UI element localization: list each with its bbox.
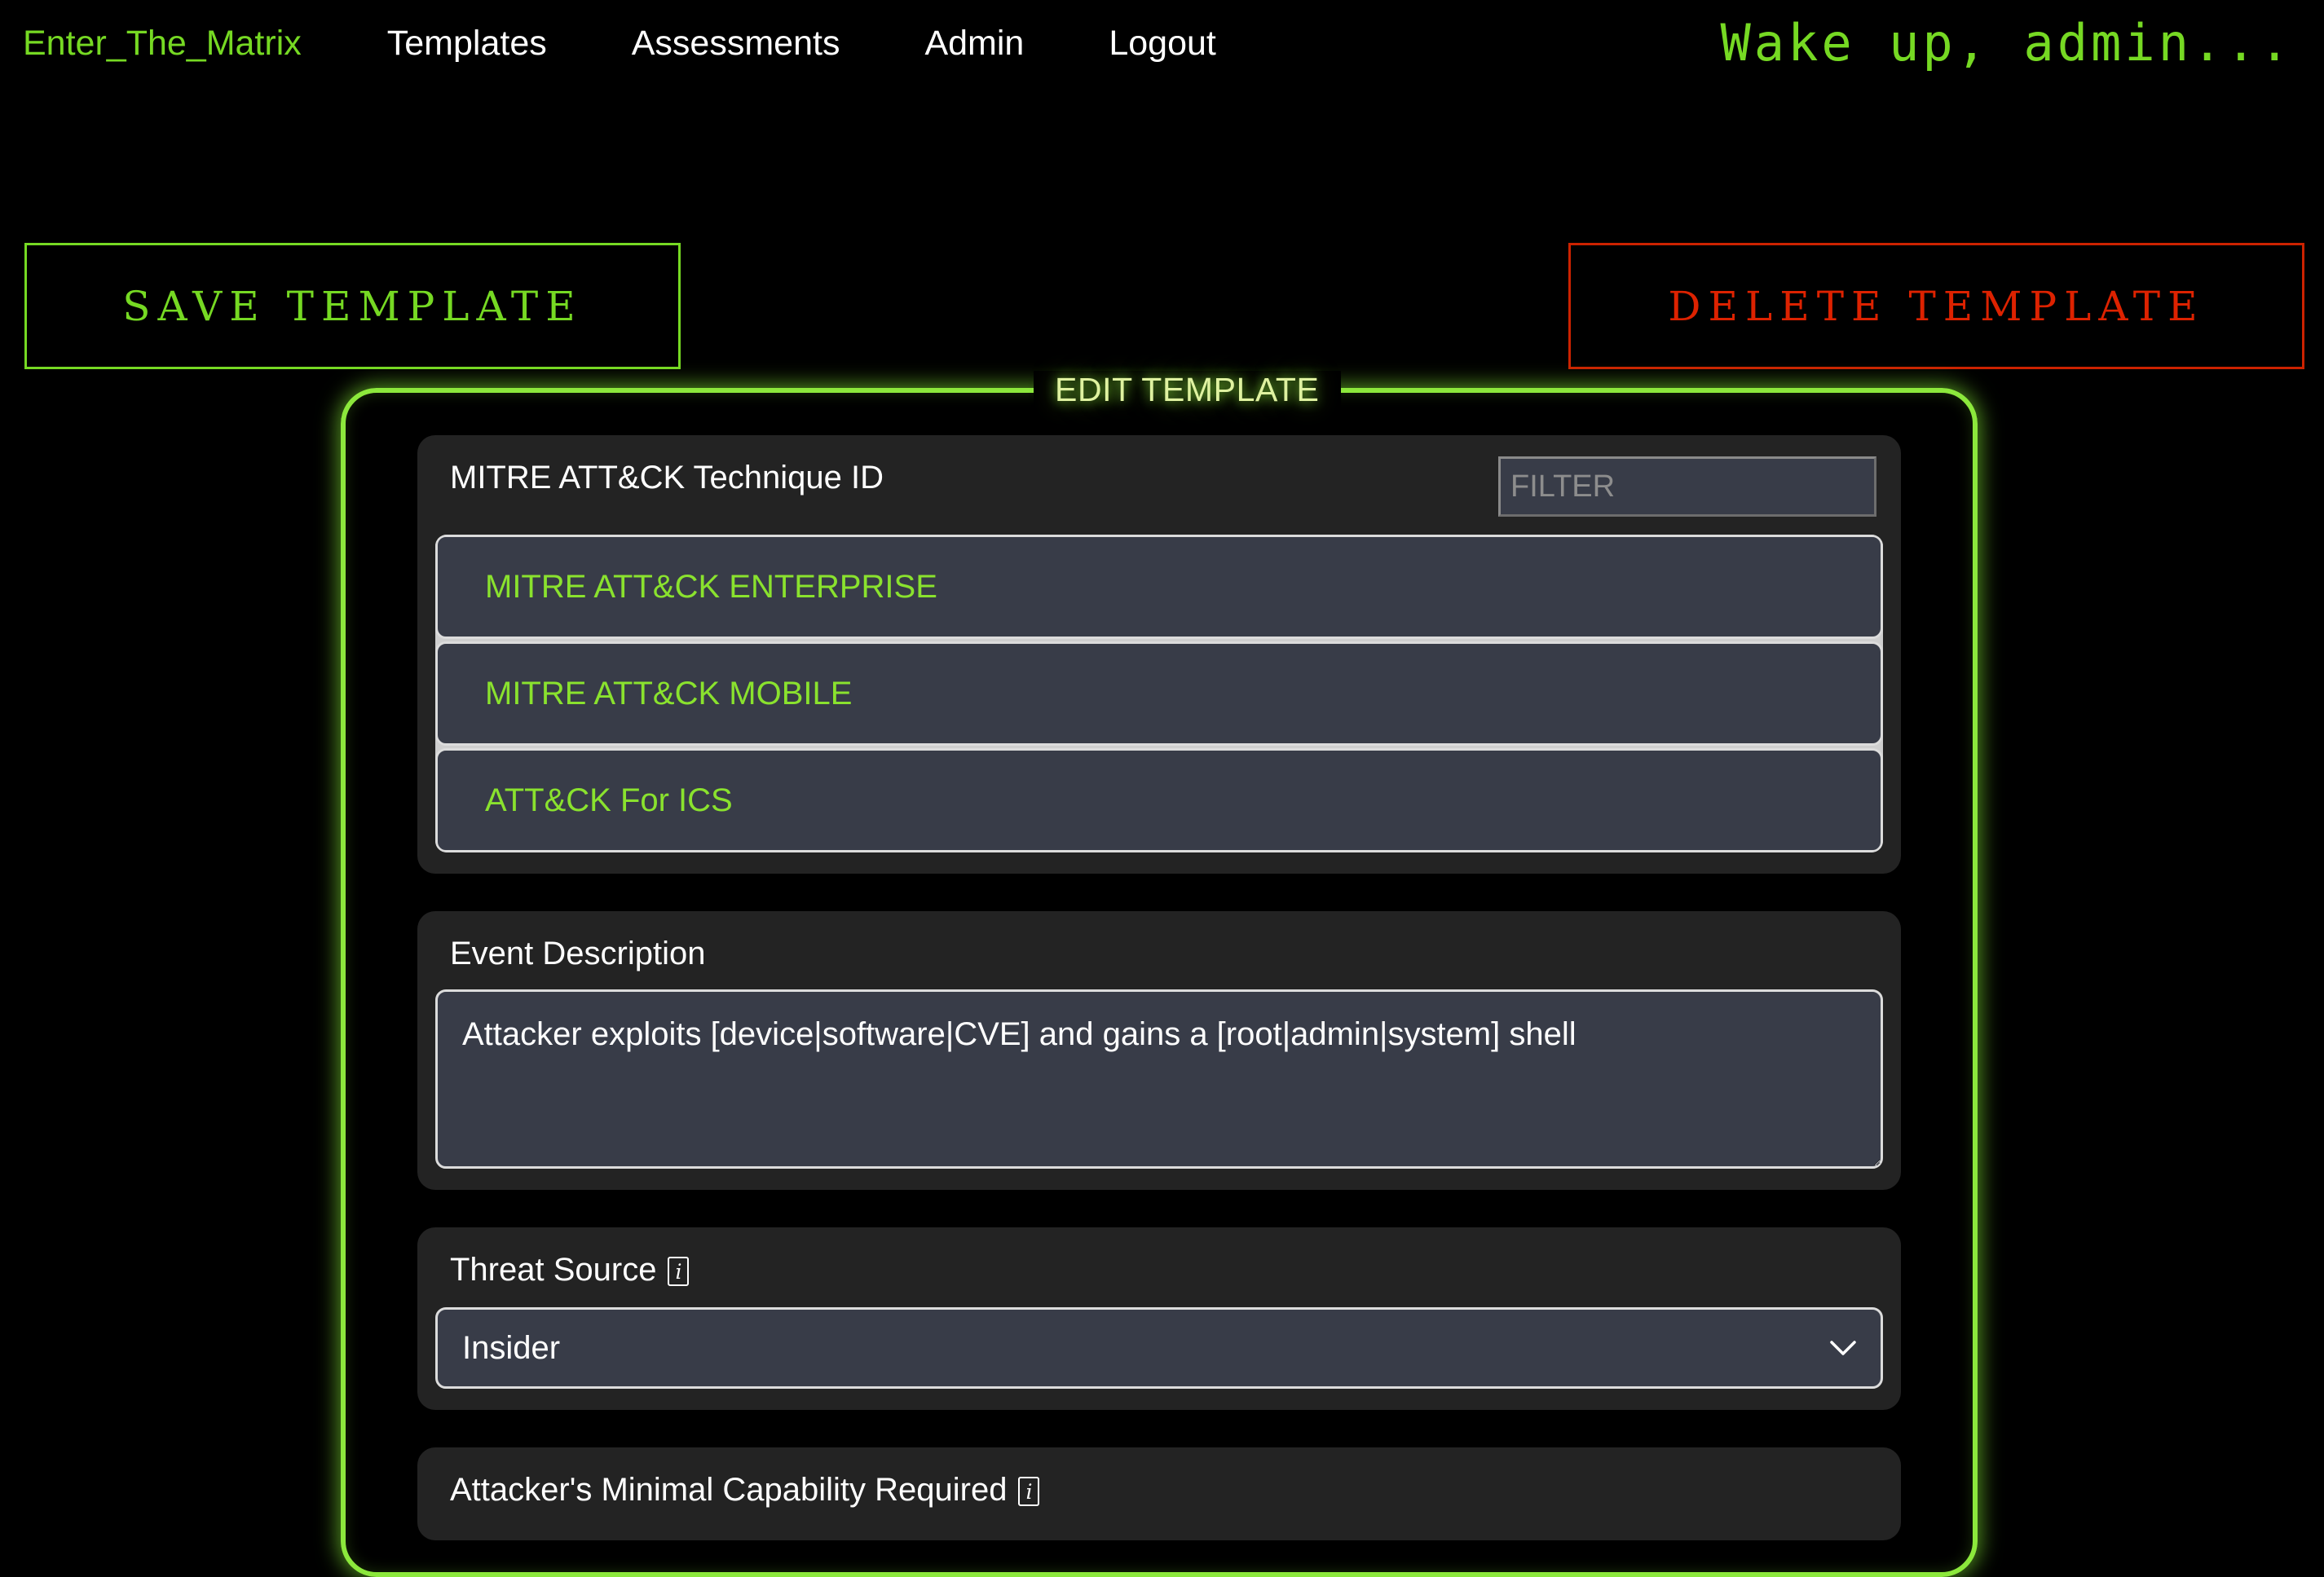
template-form: MITRE ATT&CK Technique ID MITRE ATT&CK E…	[346, 409, 1973, 1550]
nav-links: Enter_The_Matrix Templates Assessments A…	[23, 26, 1301, 61]
event-description-panel: Event Description	[417, 911, 1901, 1190]
nav-link-assessments[interactable]: Assessments	[632, 26, 840, 61]
edit-template-legend: EDIT TEMPLATE	[1034, 371, 1341, 409]
top-navigation-bar: Enter_The_Matrix Templates Assessments A…	[0, 0, 2324, 106]
info-icon[interactable]: i	[1018, 1477, 1039, 1506]
threat-source-label: Threat Source i	[435, 1252, 1883, 1288]
mitre-technique-panel: MITRE ATT&CK Technique ID MITRE ATT&CK E…	[417, 435, 1901, 874]
greeting-banner: Wake up, admin...	[1720, 13, 2293, 73]
threat-source-select[interactable]: Insider	[435, 1307, 1883, 1389]
threat-source-select-wrap: Insider	[435, 1307, 1883, 1389]
nav-link-admin[interactable]: Admin	[924, 26, 1024, 61]
delete-template-button[interactable]: DELETE TEMPLATE	[1568, 243, 2304, 369]
nav-link-logout[interactable]: Logout	[1109, 26, 1216, 61]
mitre-list-item-label: MITRE ATT&CK MOBILE	[485, 676, 852, 712]
threat-source-label-text: Threat Source	[450, 1252, 656, 1288]
mitre-list-item-mobile[interactable]: MITRE ATT&CK MOBILE	[435, 641, 1883, 746]
mitre-list-item-label: ATT&CK For ICS	[485, 782, 733, 819]
nav-link-templates[interactable]: Templates	[387, 26, 547, 61]
mitre-list-item-enterprise[interactable]: MITRE ATT&CK ENTERPRISE	[435, 535, 1883, 639]
mitre-list-item-label: MITRE ATT&CK ENTERPRISE	[485, 569, 937, 606]
edit-template-panel: EDIT TEMPLATE MITRE ATT&CK Technique ID …	[341, 371, 1978, 1577]
event-description-textarea[interactable]	[435, 989, 1883, 1169]
mitre-matrix-list: MITRE ATT&CK ENTERPRISE MITRE ATT&CK MOB…	[435, 535, 1883, 852]
mitre-list-item-ics[interactable]: ATT&CK For ICS	[435, 748, 1883, 852]
info-icon[interactable]: i	[668, 1257, 689, 1286]
filter-input[interactable]	[1498, 456, 1876, 517]
threat-source-panel: Threat Source i Insider	[417, 1227, 1901, 1410]
action-button-row: SAVE TEMPLATE DELETE TEMPLATE	[0, 106, 2324, 261]
mitre-technique-label: MITRE ATT&CK Technique ID	[435, 460, 884, 496]
attacker-capability-label-text: Attacker's Minimal Capability Required	[450, 1472, 1007, 1508]
attacker-capability-panel: Attacker's Minimal Capability Required i	[417, 1447, 1901, 1540]
attacker-capability-label: Attacker's Minimal Capability Required i	[435, 1472, 1883, 1508]
save-template-button[interactable]: SAVE TEMPLATE	[24, 243, 681, 369]
event-description-label: Event Description	[435, 936, 1883, 971]
mitre-label-row: MITRE ATT&CK Technique ID	[435, 460, 1883, 517]
nav-link-brand[interactable]: Enter_The_Matrix	[23, 26, 302, 61]
threat-source-selected-value: Insider	[462, 1330, 560, 1367]
